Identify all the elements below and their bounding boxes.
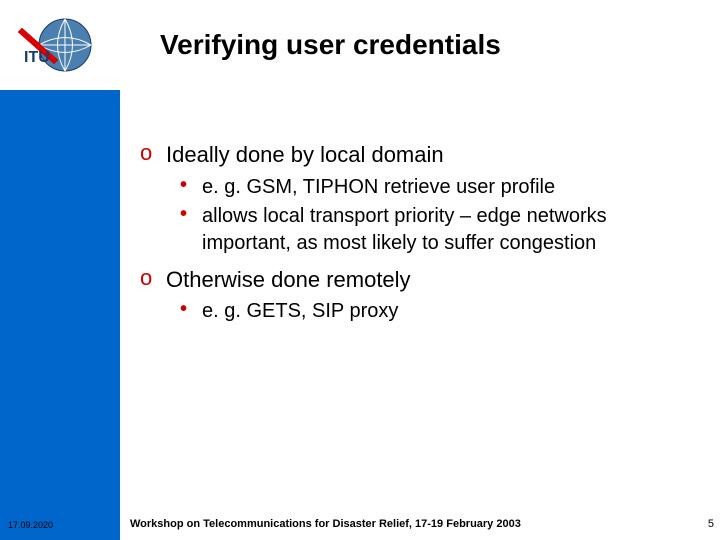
sub-bullet-item: • e. g. GETS, SIP proxy	[180, 298, 700, 325]
slide-title: Verifying user credentials	[160, 29, 501, 61]
sub-bullet-marker: •	[180, 203, 202, 257]
title-bar: Verifying user credentials	[120, 0, 720, 90]
sub-bullet-text: allows local transport priority – edge n…	[202, 203, 700, 257]
sub-bullet-marker: •	[180, 174, 202, 201]
content-area: o Ideally done by local domain • e. g. G…	[140, 140, 700, 333]
svg-text:ITU: ITU	[24, 49, 50, 66]
bullet-text: Otherwise done remotely	[166, 265, 411, 295]
footer-date: 17.09.2020	[8, 520, 53, 530]
sub-bullet-text: e. g. GETS, SIP proxy	[202, 298, 398, 325]
slide: ITU Verifying user credentials o Ideally…	[0, 0, 720, 540]
itu-logo-icon: ITU	[10, 10, 110, 80]
footer-caption: Workshop on Telecommunications for Disas…	[130, 518, 521, 530]
sub-list: • e. g. GSM, TIPHON retrieve user profil…	[180, 174, 700, 257]
sub-list: • e. g. GETS, SIP proxy	[180, 298, 700, 325]
itu-logo: ITU	[0, 0, 120, 90]
sub-bullet-marker: •	[180, 298, 202, 325]
sub-bullet-item: • e. g. GSM, TIPHON retrieve user profil…	[180, 174, 700, 201]
bullet-marker: o	[140, 265, 166, 295]
bullet-marker: o	[140, 140, 166, 170]
sub-bullet-text: e. g. GSM, TIPHON retrieve user profile	[202, 174, 555, 201]
sub-bullet-item: • allows local transport priority – edge…	[180, 203, 700, 257]
bullet-item: o Otherwise done remotely	[140, 265, 700, 295]
page-number: 5	[708, 518, 714, 530]
bullet-text: Ideally done by local domain	[166, 140, 444, 170]
bullet-item: o Ideally done by local domain	[140, 140, 700, 170]
